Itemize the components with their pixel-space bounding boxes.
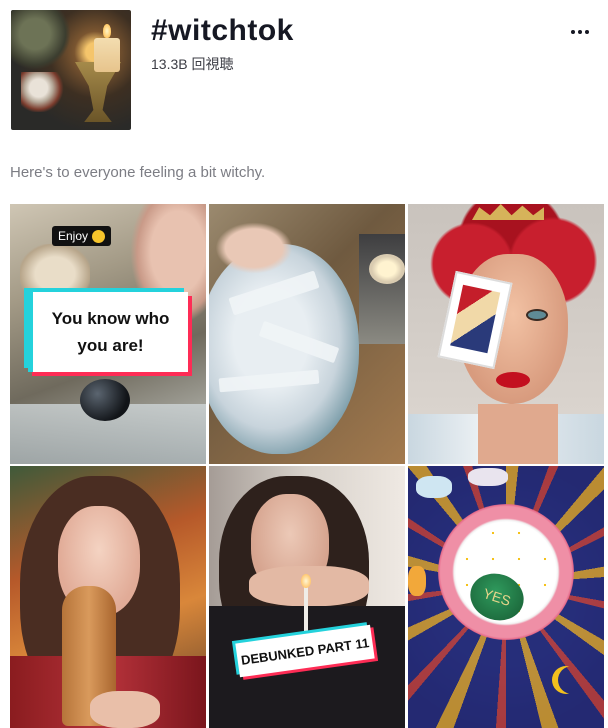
neck-image	[478, 404, 558, 464]
eye-image	[526, 309, 548, 321]
video-tile-2[interactable]	[209, 204, 405, 464]
crystal-stone	[408, 566, 426, 596]
cover-crystals	[21, 72, 65, 112]
hand-image	[90, 691, 160, 728]
crescent-moon-icon	[558, 666, 586, 694]
grinning-face-icon	[92, 229, 106, 243]
crystal-ball-image	[80, 379, 130, 421]
jar-image	[359, 234, 405, 344]
crystal-stone	[416, 476, 452, 498]
video-tile-6[interactable]: YES	[408, 466, 604, 728]
video-tile-4[interactable]	[10, 466, 206, 728]
yes-text: YES	[481, 585, 513, 609]
candle-image	[369, 254, 405, 284]
flame-image	[301, 574, 311, 588]
more-horizontal-icon-dot	[585, 30, 589, 34]
video-caption-overlay: You know who you are!	[28, 292, 188, 372]
video-tile-1[interactable]: Enjoy You know who you are!	[10, 204, 206, 464]
cover-flame	[103, 24, 111, 38]
crystal-stone	[468, 468, 508, 486]
cover-plant	[11, 10, 71, 70]
video-tile-3[interactable]	[408, 204, 604, 464]
enjoy-text: Enjoy	[58, 229, 89, 243]
hashtag-title: #witchtok	[151, 14, 294, 47]
more-options-button[interactable]	[566, 22, 594, 42]
more-horizontal-icon-dot	[578, 30, 582, 34]
enjoy-sticker: Enjoy	[52, 226, 112, 246]
view-count: 13.3B 回視聴	[151, 56, 234, 72]
video-tile-5[interactable]: DEBUNKED PART 11	[209, 466, 405, 728]
lips-image	[496, 372, 530, 388]
more-horizontal-icon	[571, 30, 575, 34]
hand-image	[209, 218, 299, 278]
cover-candle	[94, 38, 120, 72]
hashtag-description: Here's to everyone feeling a bit witchy.	[10, 164, 266, 181]
video-grid: Enjoy You know who you are! DEBUNKED PAR…	[10, 204, 604, 728]
hashtag-cover-image	[11, 10, 131, 130]
